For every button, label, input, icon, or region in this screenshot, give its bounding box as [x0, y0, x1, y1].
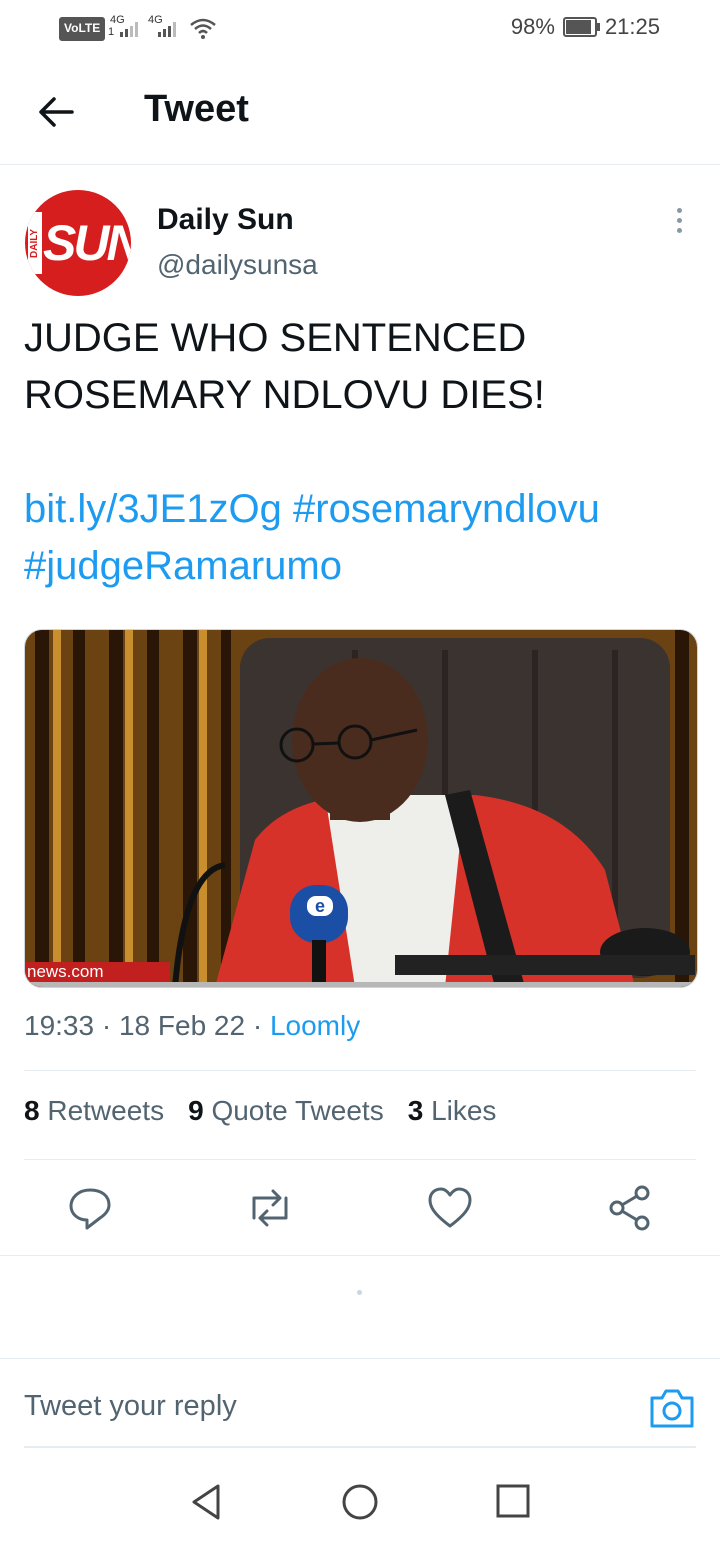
nav-recents-icon[interactable] [494, 1482, 532, 1520]
reply-underline [24, 1446, 696, 1448]
battery-icon [562, 17, 600, 37]
reply-input[interactable]: Tweet your reply [24, 1390, 237, 1423]
tweet-meta: 19:33 · 18 Feb 22 · Loomly [24, 1010, 361, 1041]
reply-icon[interactable] [62, 1180, 118, 1236]
likes-label: Likes [431, 1095, 497, 1126]
battery-percent: 98% [510, 14, 555, 39]
quotes-stat[interactable]: 9 Quote Tweets [188, 1095, 384, 1127]
loading-dot [357, 1290, 362, 1295]
status-right: 98% 21:25 [511, 14, 660, 40]
system-nav-bar [0, 1460, 720, 1541]
top-header: Tweet [0, 60, 720, 165]
quotes-count: 9 [188, 1095, 204, 1126]
mic-logo: e [315, 896, 325, 916]
status-bar: VoLTE 1 4G 4G 98% 21:25 [0, 0, 720, 56]
more-options-icon[interactable] [672, 208, 686, 238]
retweets-stat[interactable]: 8 Retweets [24, 1095, 164, 1127]
tweet-text-line2: ROSEMARY NDLOVU DIES! [24, 373, 545, 417]
signal-icon-2 [158, 22, 176, 37]
quotes-label: Quote Tweets [211, 1095, 384, 1126]
tweet-link[interactable]: bit.ly/3JE1zOg [24, 487, 282, 531]
author-handle[interactable]: @dailysunsa [157, 249, 318, 281]
avatar[interactable]: DAILY SUN [25, 190, 131, 296]
nav-home-icon[interactable] [340, 1482, 380, 1522]
page-title: Tweet [144, 88, 249, 130]
battery-fill [565, 20, 592, 34]
divider [0, 1255, 720, 1256]
avatar-main-text: SUN [43, 215, 131, 271]
divider [24, 1070, 696, 1071]
like-icon[interactable] [422, 1180, 478, 1236]
judge-photo: e news.com [25, 630, 697, 987]
tweet-text: JUDGE WHO SENTENCED ROSEMARY NDLOVU DIES… [24, 310, 684, 595]
hashtag-rosemaryndlovu[interactable]: #rosemaryndlovu [293, 487, 600, 531]
author-name[interactable]: Daily Sun [157, 203, 294, 237]
arrow-left-icon[interactable] [36, 92, 76, 132]
hashtag-judgeramarumo[interactable]: #judgeRamarumo [24, 544, 342, 588]
sim-label: 1 [108, 26, 115, 38]
tweet-media-image[interactable]: e news.com [24, 629, 698, 988]
tweet-stats: 8 Retweets 9 Quote Tweets 3 Likes [24, 1095, 496, 1127]
likes-count: 3 [407, 1095, 424, 1126]
tweet-date: 18 Feb 22 [118, 1010, 246, 1041]
volte-badge: VoLTE [59, 17, 106, 41]
signal-icon [120, 22, 138, 37]
tweet-source[interactable]: Loomly [270, 1010, 360, 1041]
share-icon[interactable] [602, 1180, 658, 1236]
divider [0, 1358, 720, 1359]
retweets-label: Retweets [47, 1095, 165, 1126]
media-watermark: news.com [27, 962, 104, 981]
tweet-actions [0, 1180, 720, 1240]
avatar-side-text: DAILY [28, 212, 42, 274]
status-time: 21:25 [604, 14, 660, 39]
divider [24, 1159, 696, 1160]
retweet-icon[interactable] [242, 1180, 298, 1236]
nav-back-icon[interactable] [188, 1482, 224, 1522]
retweets-count: 8 [24, 1095, 40, 1126]
wifi-icon [190, 18, 216, 39]
tweet-time: 19:33 [24, 1010, 95, 1041]
camera-icon[interactable] [648, 1386, 696, 1430]
likes-stat[interactable]: 3 Likes [408, 1095, 497, 1127]
tweet-text-line1: JUDGE WHO SENTENCED [24, 316, 527, 360]
